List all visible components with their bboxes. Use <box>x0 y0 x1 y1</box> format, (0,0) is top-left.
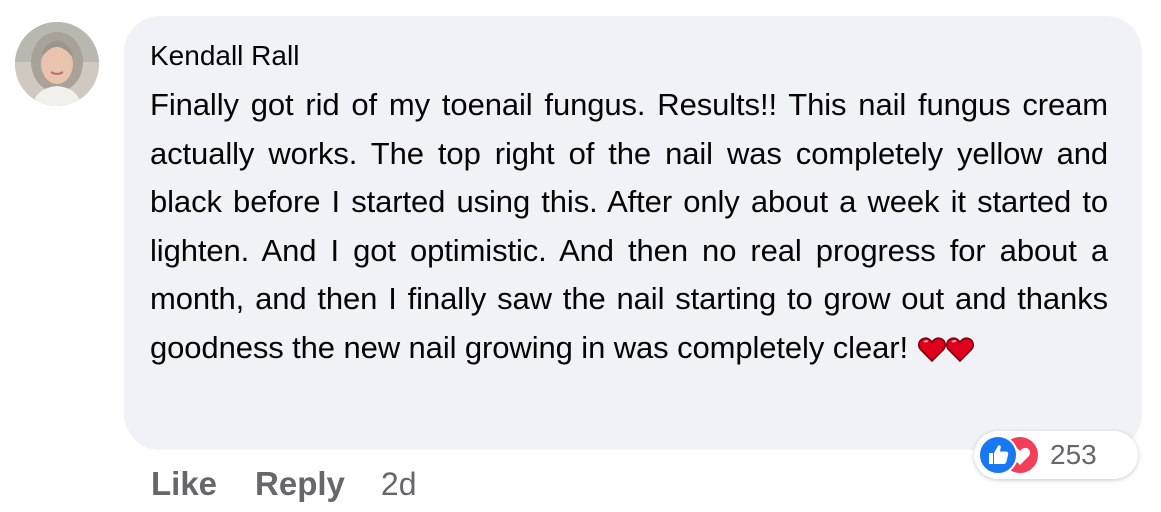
like-icon <box>978 435 1018 475</box>
like-button[interactable]: Like <box>151 465 217 503</box>
comment-actions: Like Reply 2d <box>151 462 417 506</box>
red-heart-icon <box>917 336 946 362</box>
comment-author-name[interactable]: Kendall Rall <box>150 38 1108 74</box>
reaction-count: 253 <box>1050 439 1097 470</box>
red-heart-icon <box>945 336 974 362</box>
reactions-summary[interactable]: 253 <box>974 431 1138 479</box>
reply-button[interactable]: Reply <box>255 465 345 503</box>
comment-bubble: Kendall Rall Finally got rid of my toena… <box>124 16 1142 450</box>
comment-timestamp[interactable]: 2d <box>381 466 417 503</box>
author-avatar[interactable] <box>15 22 99 106</box>
comment-text: Finally got rid of my toenail fungus. Re… <box>150 87 1108 365</box>
avatar-photo <box>15 22 99 106</box>
comment-body: Finally got rid of my toenail fungus. Re… <box>150 81 1108 376</box>
heart-emoji-group <box>917 328 974 377</box>
